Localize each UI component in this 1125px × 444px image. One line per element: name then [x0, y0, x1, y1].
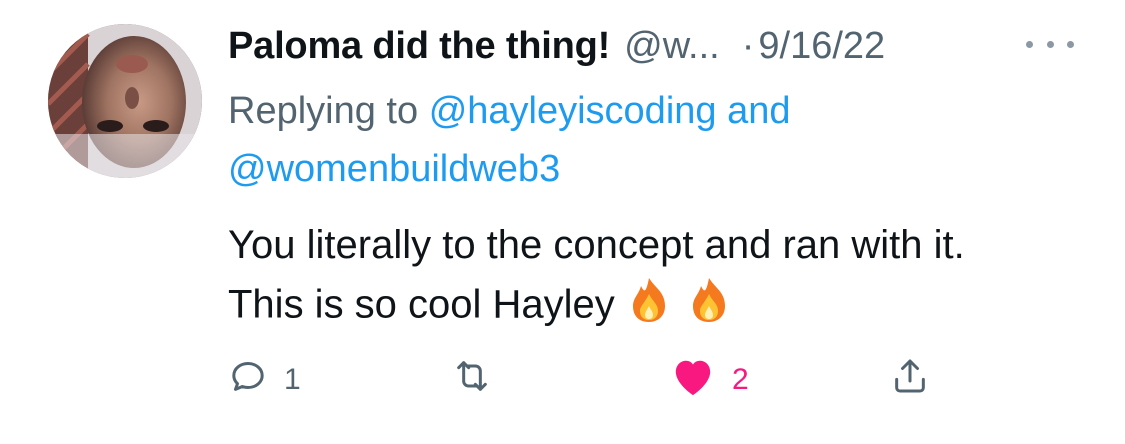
- more-icon[interactable]: [1026, 30, 1074, 58]
- share-icon: [890, 355, 930, 405]
- more-dot: [1067, 40, 1074, 48]
- retweet-icon: [450, 356, 494, 404]
- mention-conjunction: and: [727, 90, 791, 132]
- more-dot: [1026, 40, 1033, 48]
- replying-to: Replying to @hayleyiscoding and @womenbu…: [228, 82, 1048, 198]
- tweet-text: You literally to the concept and ran wit…: [228, 216, 1098, 340]
- reply-count: 1: [284, 363, 301, 396]
- more-dot: [1046, 40, 1054, 48]
- mention-link[interactable]: @hayleyiscoding: [429, 90, 717, 132]
- fire-emoji: [625, 274, 735, 340]
- user-handle[interactable]: @w...: [624, 25, 720, 68]
- replying-to-label: Replying to: [228, 90, 419, 132]
- share-button[interactable]: [890, 352, 930, 408]
- tweet[interactable]: Paloma did the thing! @w... · 9/16/22 Re…: [0, 0, 1125, 444]
- tweet-text-line: This is so cool Hayley: [228, 282, 615, 327]
- retweet-button[interactable]: [450, 352, 510, 408]
- heart-icon: [670, 355, 716, 405]
- action-bar: 1 2: [228, 352, 948, 408]
- reply-button[interactable]: 1: [228, 352, 301, 408]
- avatar[interactable]: [48, 24, 202, 178]
- like-button[interactable]: 2: [670, 352, 749, 408]
- separator-dot: ·: [741, 24, 755, 67]
- display-name[interactable]: Paloma did the thing!: [228, 25, 610, 68]
- like-count: 2: [732, 363, 749, 396]
- tweet-header: Paloma did the thing! @w... · 9/16/22: [228, 18, 885, 74]
- reply-icon: [228, 356, 268, 404]
- tweet-date[interactable]: 9/16/22: [758, 25, 885, 68]
- mention-link[interactable]: @womenbuildweb3: [228, 148, 560, 190]
- tweet-text-line: You literally to the concept and ran wit…: [228, 223, 965, 267]
